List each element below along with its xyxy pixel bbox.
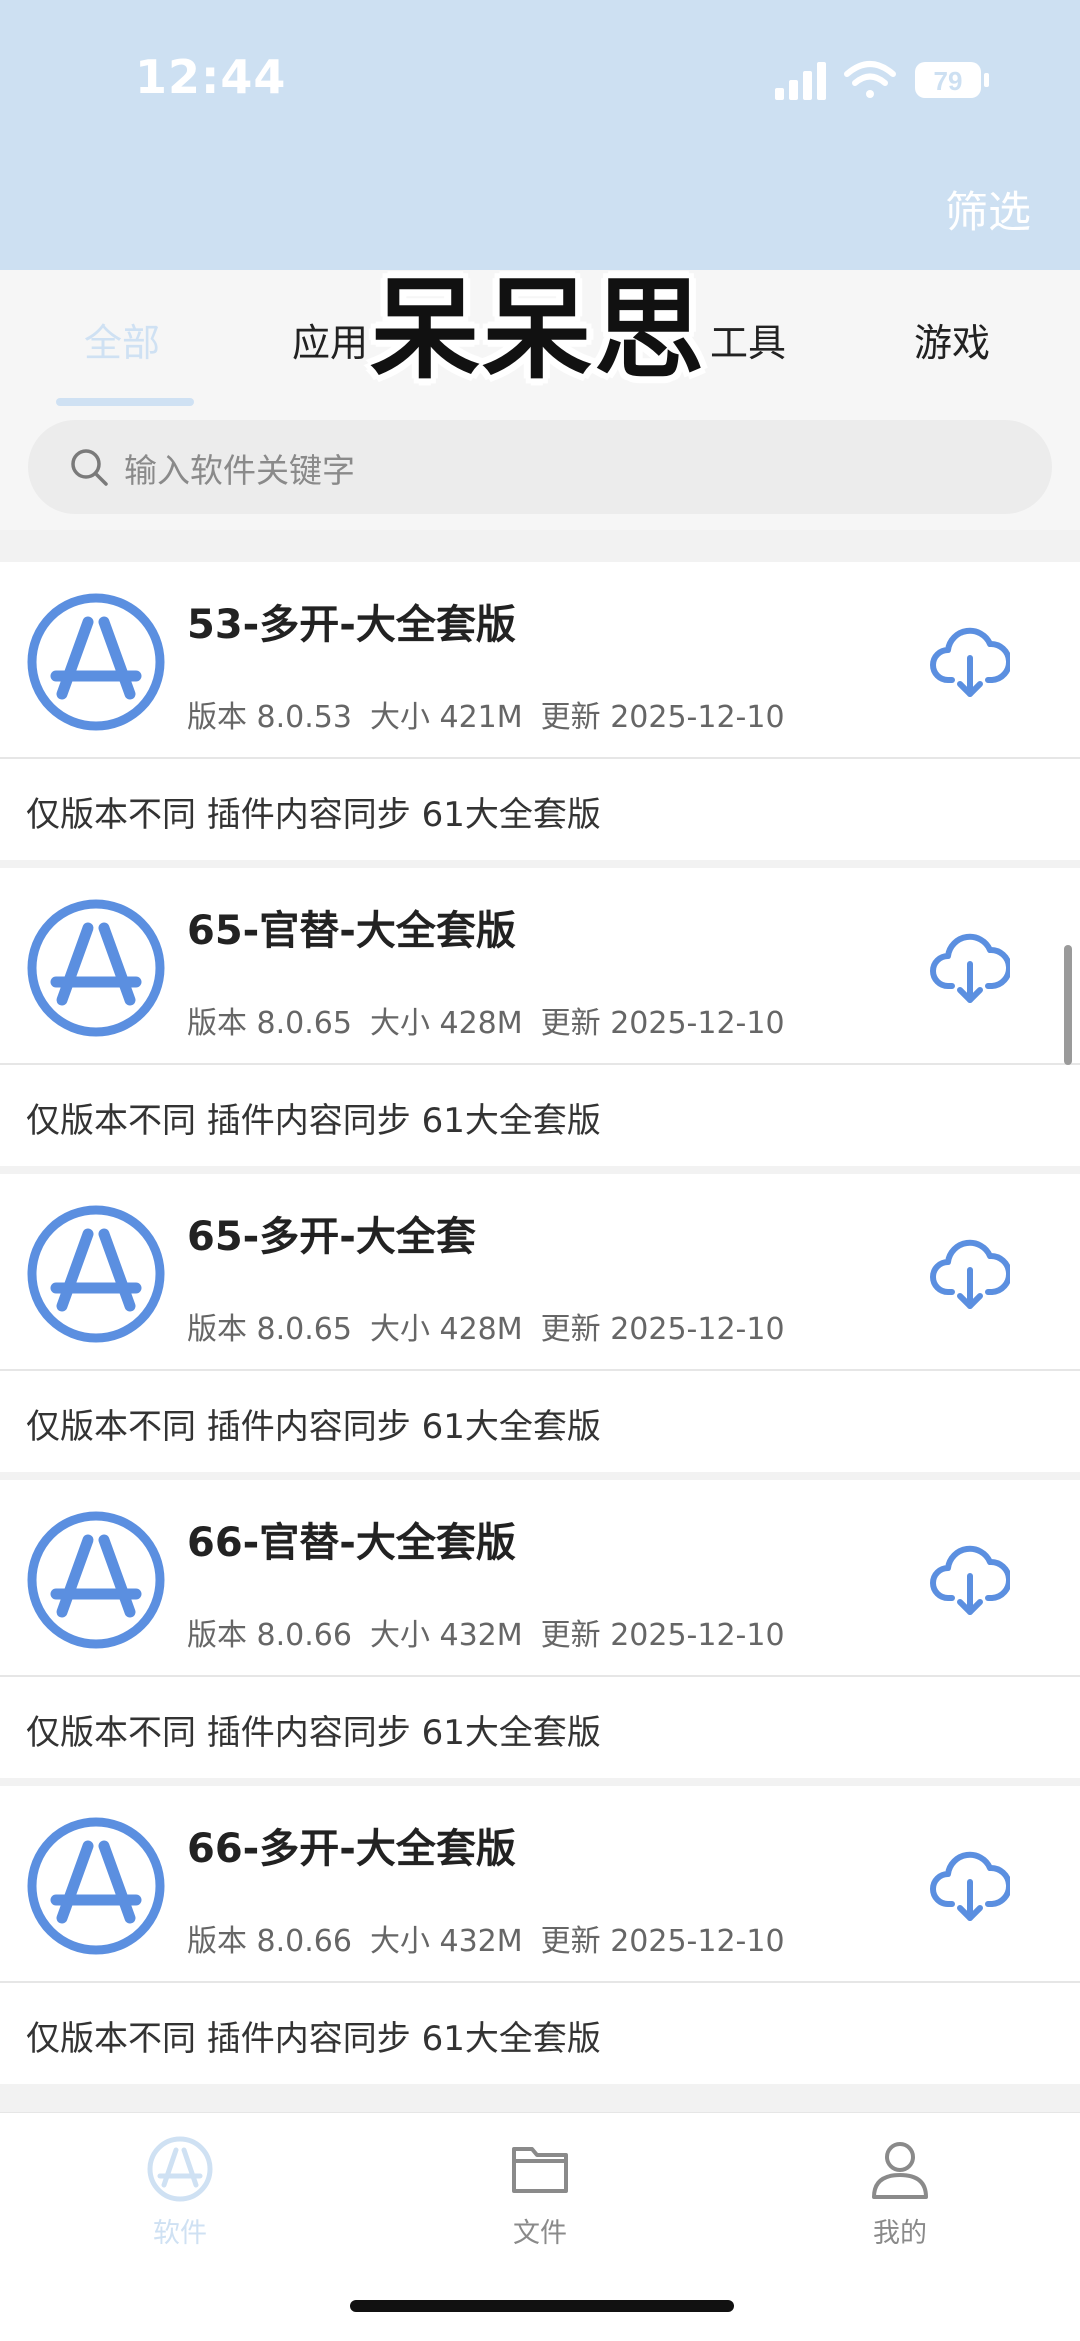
item-meta: 版本 8.0.53 大小 421M 更新 2025-12-10 [187,692,803,736]
app-store-icon [27,899,165,1037]
tab-indicator [56,398,194,406]
list-item-header[interactable]: 53-多开-大全套版 版本 8.0.53 大小 421M 更新 2025-12-10 [0,562,1080,757]
tab-games[interactable]: 游戏 [914,312,990,367]
item-updated: 更新 2025-12-10 [540,1006,785,1041]
item-title: 66-官替-大全套版 [187,1520,516,1566]
item-updated: 更新 2025-12-10 [540,700,785,735]
signal-icon [775,62,826,100]
item-version: 版本 8.0.66 [187,1924,352,1959]
home-indicator[interactable] [350,2300,734,2312]
item-title: 53-多开-大全套版 [187,602,516,648]
header-bar: 12:44 79 筛选 [0,0,1080,270]
list-item[interactable]: 53-多开-大全套版 版本 8.0.53 大小 421M 更新 2025-12-10… [0,562,1080,860]
item-size: 大小 428M [369,1312,523,1347]
item-meta: 版本 8.0.65 大小 428M 更新 2025-12-10 [187,998,803,1042]
item-title: 66-多开-大全套版 [187,1826,516,1872]
search-input[interactable]: 输入软件关键字 [28,420,1052,514]
app-store-icon [27,1817,165,1955]
item-version: 版本 8.0.66 [187,1618,352,1653]
item-description: 仅版本不同 插件内容同步 61大全套版 [26,1101,601,1141]
item-size: 大小 432M [369,1618,523,1653]
status-icons: 79 [775,61,989,100]
list-item-header[interactable]: 66-官替-大全套版 版本 8.0.66 大小 432M 更新 2025-12-10 [0,1480,1080,1675]
filter-button[interactable]: 筛选 [945,178,1031,240]
tab-apps[interactable]: 应用 [292,312,368,367]
item-size: 大小 428M [369,1006,523,1041]
item-meta: 版本 8.0.66 大小 432M 更新 2025-12-10 [187,1916,803,1960]
item-title: 65-官替-大全套版 [187,908,516,954]
item-version: 版本 8.0.65 [187,1312,352,1347]
item-version: 版本 8.0.53 [187,700,352,735]
item-title: 65-多开-大全套 [187,1214,476,1260]
list-item[interactable]: 65-官替-大全套版 版本 8.0.65 大小 428M 更新 2025-12-10… [0,868,1080,1166]
app-store-icon [27,1205,165,1343]
wifi-icon [844,61,896,98]
item-updated: 更新 2025-12-10 [540,1312,785,1347]
download-cloud-icon[interactable] [930,1846,1010,1926]
nav-label: 我的 [873,2218,927,2249]
nav-files[interactable]: 文件 [440,2135,640,2275]
list-item[interactable]: 66-多开-大全套版 版本 8.0.66 大小 432M 更新 2025-12-10… [0,1786,1080,2084]
item-description: 仅版本不同 插件内容同步 61大全套版 [26,795,601,835]
nav-label: 文件 [513,2218,567,2249]
tab-all[interactable]: 全部 [84,312,160,367]
search-area: 输入软件关键字 [0,410,1080,530]
item-size: 大小 432M [369,1924,523,1959]
download-cloud-icon[interactable] [930,1234,1010,1314]
item-meta: 版本 8.0.65 大小 428M 更新 2025-12-10 [187,1304,803,1348]
list-item-header[interactable]: 65-多开-大全套 版本 8.0.65 大小 428M 更新 2025-12-10 [0,1174,1080,1369]
app-store-icon [27,593,165,731]
tab-tools[interactable]: 工具 [710,312,786,367]
list-item-header[interactable]: 66-多开-大全套版 版本 8.0.66 大小 432M 更新 2025-12-10 [0,1786,1080,1981]
folder-icon [512,2147,568,2193]
download-cloud-icon[interactable] [930,622,1010,702]
battery-level: 79 [934,66,963,96]
scrollbar[interactable] [1064,945,1072,1065]
divider [0,757,1080,759]
nav-software[interactable]: 软件 [80,2135,280,2275]
item-meta: 版本 8.0.66 大小 432M 更新 2025-12-10 [187,1610,803,1654]
nav-label: 软件 [153,2218,207,2249]
user-icon [872,2142,928,2199]
nav-me[interactable]: 我的 [800,2135,1000,2275]
app-store-icon [147,2136,213,2202]
item-version: 版本 8.0.65 [187,1006,352,1041]
divider [0,1369,1080,1371]
download-cloud-icon[interactable] [930,1540,1010,1620]
download-cloud-icon[interactable] [930,928,1010,1008]
app-store-icon [27,1511,165,1649]
list-item[interactable]: 66-官替-大全套版 版本 8.0.66 大小 432M 更新 2025-12-10… [0,1480,1080,1778]
divider [0,1063,1080,1065]
item-description: 仅版本不同 插件内容同步 61大全套版 [26,2019,601,2059]
search-placeholder: 输入软件关键字 [124,451,355,490]
divider [0,1675,1080,1677]
item-size: 大小 421M [369,700,523,735]
item-description: 仅版本不同 插件内容同步 61大全套版 [26,1407,601,1447]
list-item-header[interactable]: 65-官替-大全套版 版本 8.0.65 大小 428M 更新 2025-12-10 [0,868,1080,1063]
list-item[interactable]: 65-多开-大全套 版本 8.0.65 大小 428M 更新 2025-12-10 … [0,1174,1080,1472]
item-updated: 更新 2025-12-10 [540,1924,785,1959]
item-description: 仅版本不同 插件内容同步 61大全套版 [26,1713,601,1753]
search-icon [71,449,108,486]
divider [0,1981,1080,1983]
item-updated: 更新 2025-12-10 [540,1618,785,1653]
status-time: 12:44 [135,50,287,104]
watermark-text: 呆呆思 [370,266,706,394]
